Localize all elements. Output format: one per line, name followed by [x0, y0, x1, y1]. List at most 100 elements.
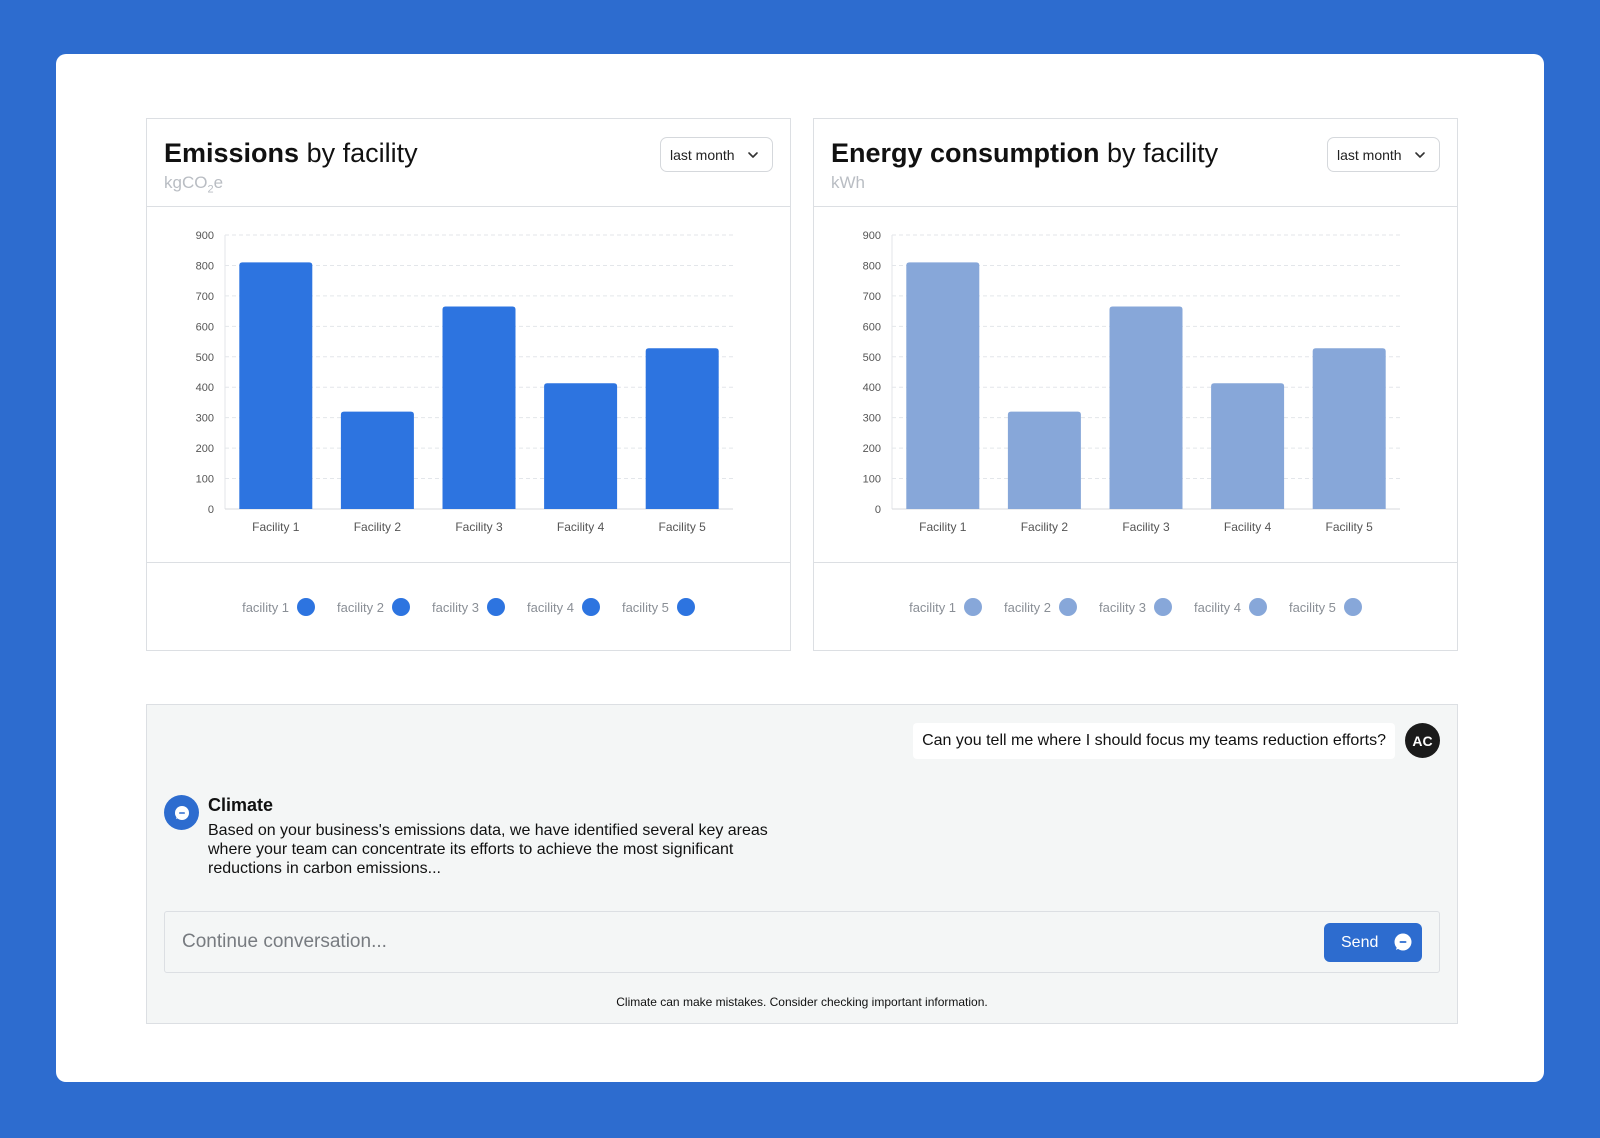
legend-item: facility 2 [1004, 598, 1078, 616]
legend-label: facility 4 [526, 599, 574, 615]
y-tick-label: 700 [863, 291, 881, 303]
x-tick-label: Facility 2 [1021, 520, 1069, 534]
bar [1211, 383, 1285, 509]
bar [544, 383, 618, 509]
energy-period-label: last month [1337, 146, 1402, 163]
x-tick-label: Facility 4 [557, 520, 605, 534]
bar [906, 262, 980, 509]
app-window: Emissions by facility kgCO2e last month … [56, 54, 1544, 1082]
emissions-card: Emissions by facility kgCO2e last month … [146, 118, 791, 651]
bar [1007, 411, 1081, 509]
bar [340, 411, 414, 509]
energy-card-header: Energy consumption by facility kWh last … [814, 119, 1457, 207]
legend-dot-icon [676, 598, 695, 616]
user-message: Can you tell me where I should focus my … [913, 723, 1395, 759]
y-tick-label: 500 [863, 352, 881, 364]
y-tick-label: 400 [863, 382, 881, 394]
legend-item: facility 4 [527, 598, 600, 616]
legend-item: facility 4 [1194, 598, 1267, 616]
legend-dot-icon [297, 598, 316, 616]
bot-message: Based on your business's emissions data,… [208, 822, 768, 877]
x-tick-label: Facility 3 [455, 520, 503, 534]
legend-item: facility 3 [1099, 598, 1172, 616]
y-tick-label: 900 [196, 230, 214, 242]
chat-panel: Can you tell me where I should focus my … [146, 704, 1458, 1024]
bar [1109, 306, 1183, 509]
legend-label: facility 1 [909, 599, 957, 615]
legend-item: facility 1 [242, 598, 316, 616]
send-button[interactable]: Send [1324, 923, 1422, 962]
legend-label: facility 3 [1099, 599, 1146, 615]
legend-item: facility 5 [1289, 598, 1362, 616]
y-tick-label: 800 [863, 260, 881, 272]
legend-dot-icon [1343, 598, 1362, 616]
chevron-down-icon [1415, 152, 1425, 158]
legend-label: facility 1 [242, 599, 290, 615]
legend-item: facility 3 [432, 598, 505, 616]
emissions-card-header: Emissions by facility kgCO2e last month [147, 119, 790, 207]
y-tick-label: 300 [863, 413, 881, 425]
y-tick-label: 600 [196, 321, 214, 333]
legend-dot-icon [486, 598, 505, 616]
legend-label: facility 5 [621, 599, 669, 615]
x-tick-label: Facility 1 [252, 520, 300, 534]
legend-item: facility 5 [622, 598, 695, 616]
chat-bubble-icon [1394, 933, 1412, 951]
bar [645, 348, 719, 509]
emissions-period-label: last month [670, 146, 735, 163]
chevron-down-icon [748, 152, 758, 158]
x-tick-label: Facility 5 [659, 520, 707, 534]
legend-dot-icon [1248, 598, 1267, 616]
y-tick-label: 100 [196, 474, 214, 486]
y-tick-label: 600 [863, 321, 881, 333]
emissions-bar-chart: 0 100 200 300 400 500 600 700 800 900 Facility 1 Fa… [196, 230, 733, 534]
energy-unit: kWh [831, 173, 865, 192]
legend-label: facility 2 [1004, 599, 1052, 615]
emissions-period-dropdown[interactable]: last month [660, 137, 773, 172]
bar [442, 306, 516, 509]
emissions-unit: kgCO2e [164, 173, 224, 196]
legend-dot-icon [964, 598, 983, 616]
x-tick-label: Facility 3 [1122, 520, 1170, 534]
legend-dot-icon [1153, 598, 1172, 616]
energy-legend: facility 1 facility 2 facility 3 facility 4… [814, 563, 1457, 651]
chat-bubble-icon [164, 795, 199, 830]
y-tick-label: 300 [196, 413, 214, 425]
emissions-chart: 0 100 200 300 400 500 600 700 800 900 Facility 1 Fa… [147, 207, 790, 563]
y-tick-label: 0 [875, 504, 881, 516]
bar [1312, 348, 1386, 509]
y-tick-label: 700 [196, 291, 214, 303]
emissions-legend: facility 1 facility 2 facility 3 facility 4… [147, 563, 790, 651]
chat-input-container: Send [164, 911, 1440, 973]
send-label: Send [1341, 933, 1379, 951]
x-tick-label: Facility 4 [1224, 520, 1272, 534]
legend-item: facility 1 [909, 598, 983, 616]
energy-card: Energy consumption by facility kWh last … [813, 118, 1458, 651]
x-tick-label: Facility 1 [919, 520, 967, 534]
legend-dot-icon [1059, 598, 1078, 616]
bot-name: Climate [208, 795, 274, 815]
y-tick-label: 900 [863, 230, 881, 242]
legend-dot-icon [392, 598, 411, 616]
disclaimer: Climate can make mistakes. Consider chec… [616, 995, 988, 1009]
y-tick-label: 100 [863, 474, 881, 486]
legend-label: facility 2 [337, 599, 385, 615]
legend-item: facility 2 [337, 598, 411, 616]
y-tick-label: 0 [208, 504, 214, 516]
legend-label: facility 4 [1193, 599, 1241, 615]
energy-chart: 0 100 200 300 400 500 600 700 800 900 Facility 1 Fa… [814, 207, 1457, 563]
y-tick-label: 800 [196, 260, 214, 272]
legend-label: facility 5 [1288, 599, 1336, 615]
x-tick-label: Facility 5 [1326, 520, 1374, 534]
legend-label: facility 3 [432, 599, 479, 615]
y-tick-label: 400 [196, 382, 214, 394]
y-tick-label: 200 [196, 443, 214, 455]
energy-bar-chart: 0 100 200 300 400 500 600 700 800 900 Facility 1 Fa… [863, 230, 1400, 534]
y-tick-label: 500 [196, 352, 214, 364]
chat-input[interactable] [165, 912, 1285, 972]
legend-dot-icon [581, 598, 600, 616]
x-tick-label: Facility 2 [354, 520, 402, 534]
avatar[interactable]: AC [1405, 723, 1440, 758]
energy-period-dropdown[interactable]: last month [1327, 137, 1440, 172]
y-tick-label: 200 [863, 443, 881, 455]
